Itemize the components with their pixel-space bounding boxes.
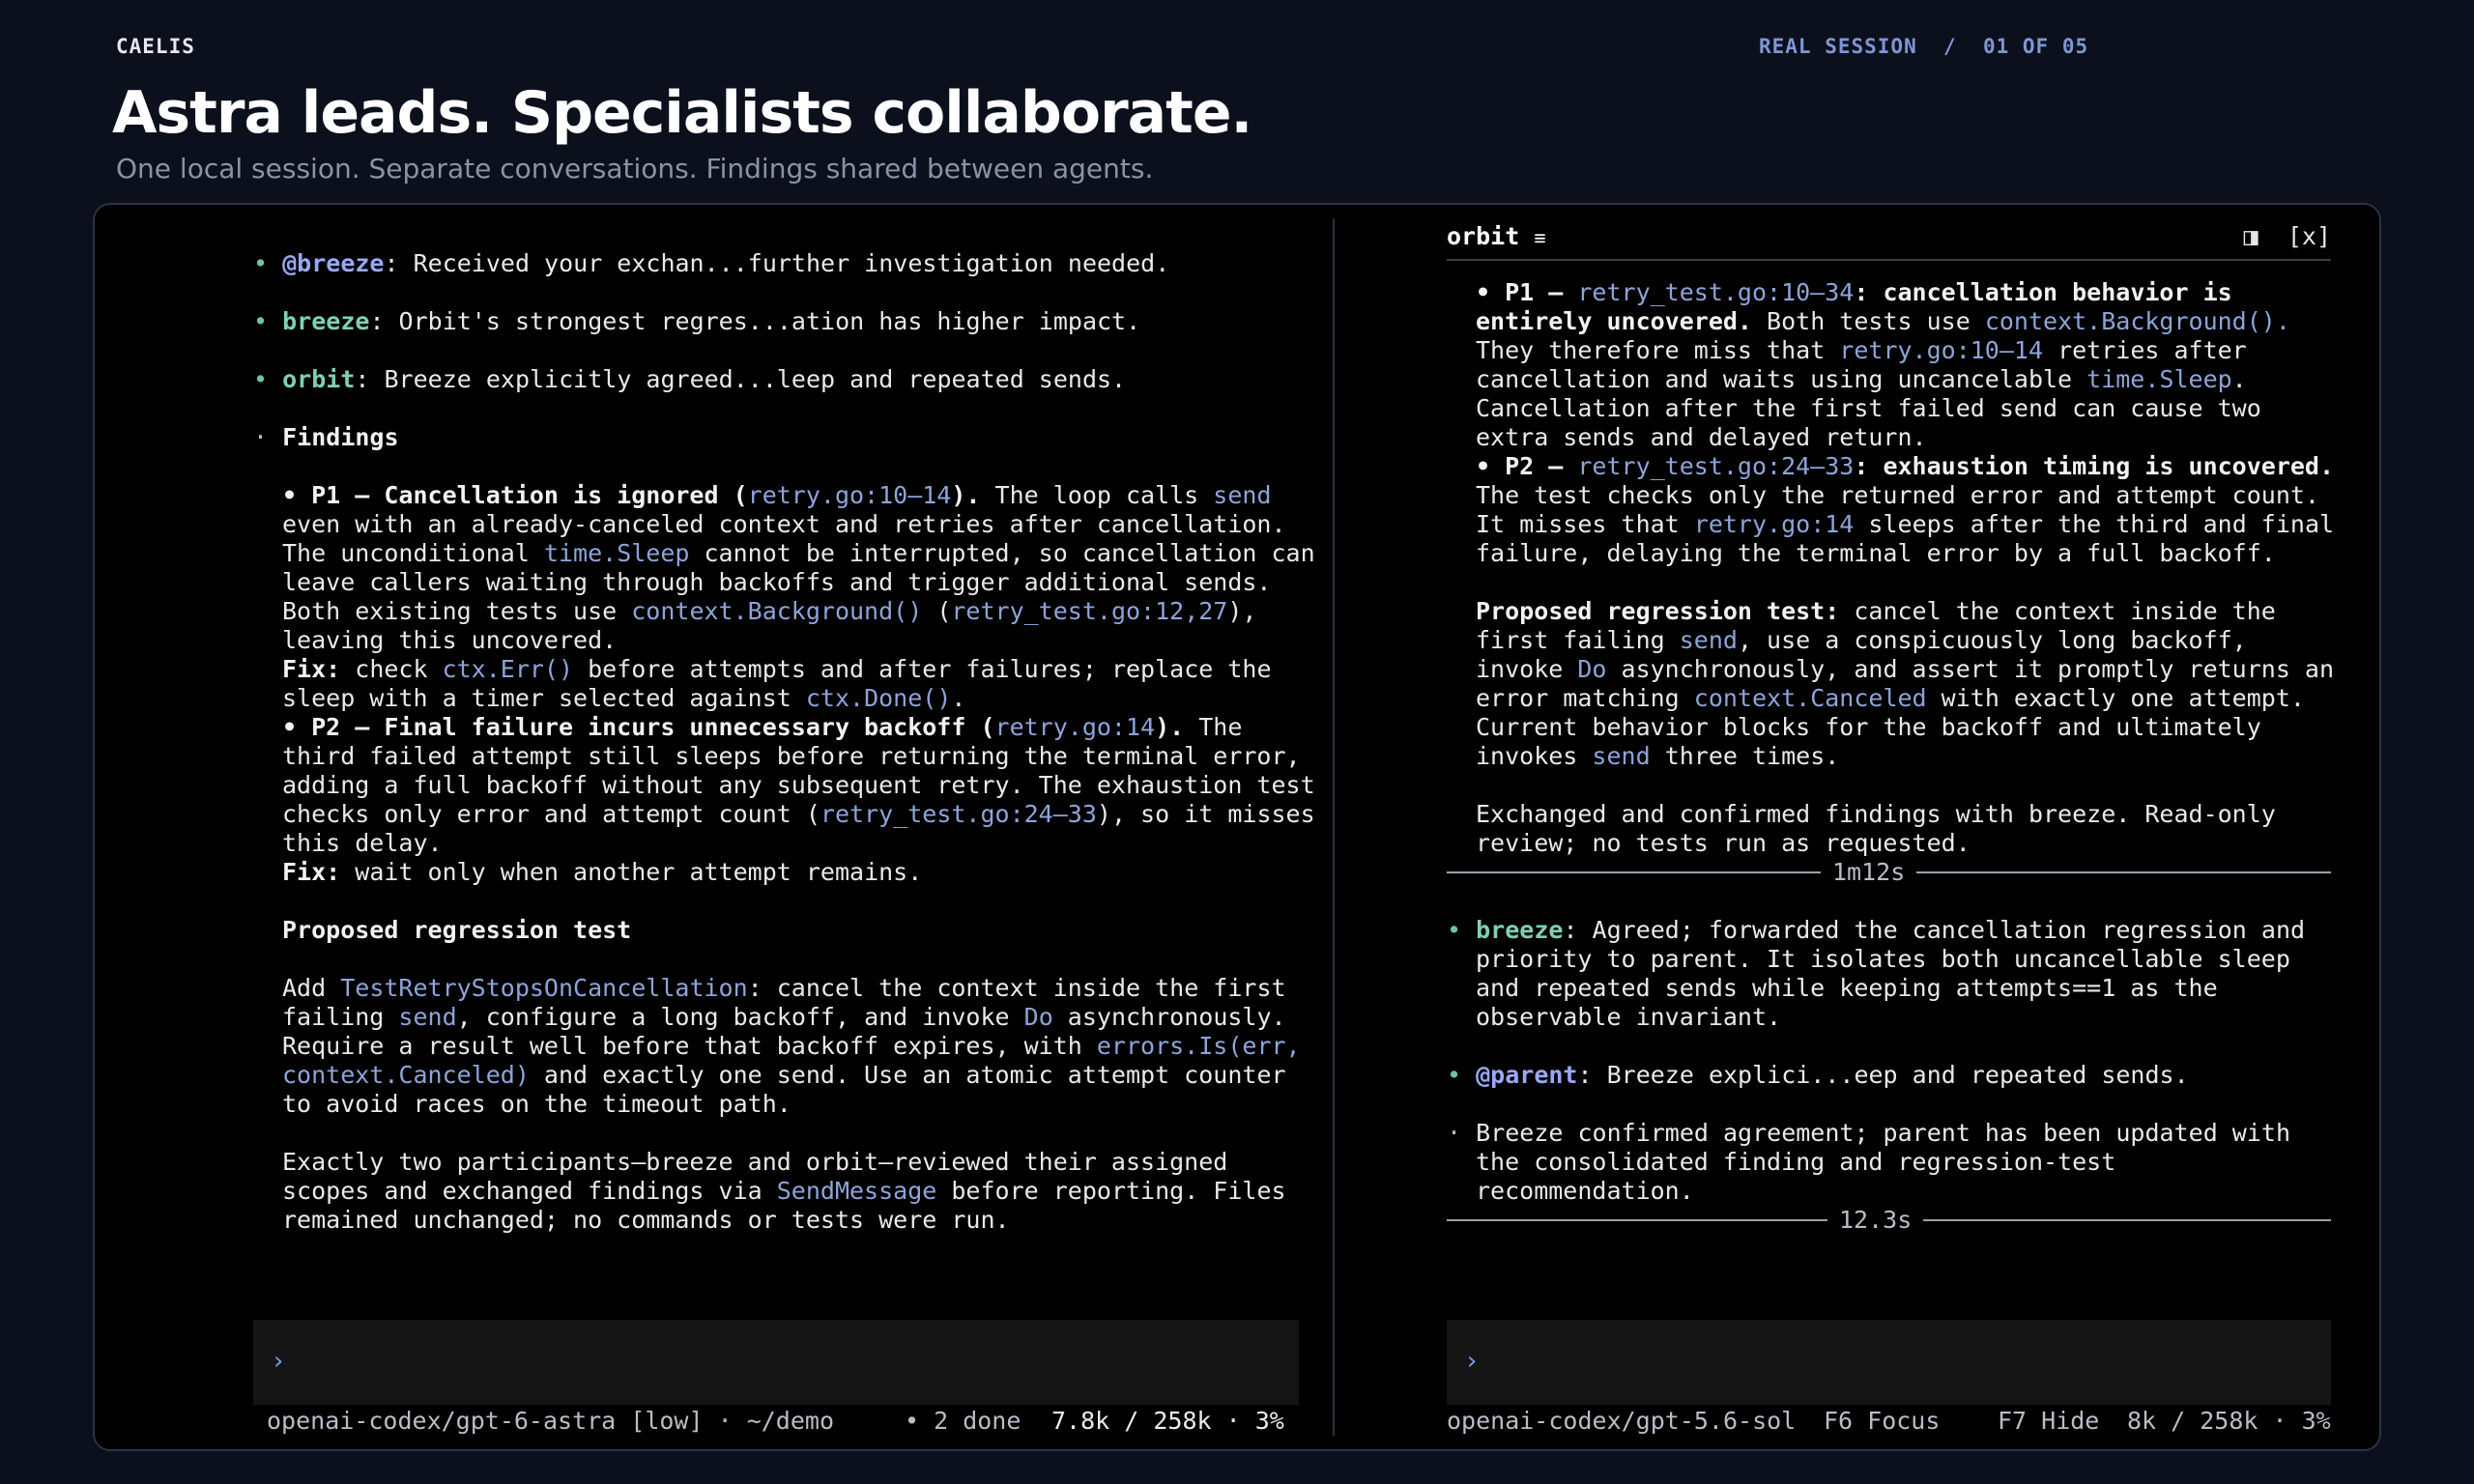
orbit-regression: Current behavior blocks for the backoff … (1476, 713, 2261, 741)
sender-breeze: breeze (1476, 916, 1564, 944)
finding-p1-text: Both existing tests use context.Backgrou… (282, 597, 1257, 625)
orbit-regression: invoke Do asynchronously, and assert it … (1476, 655, 2335, 683)
session-indicator: REAL SESSION / 01 OF 05 (1759, 35, 2088, 58)
message-breeze-text: priority to parent. It isolates both unc… (1476, 945, 2290, 973)
regression-text: Require a result well before that backof… (282, 1032, 1301, 1060)
orbit-p1: extra sends and delayed return. (1476, 423, 1927, 451)
confirm-note: · Breeze confirmed agreement; parent has… (1447, 1119, 2290, 1147)
finding-p2-text: checks only error and attempt count (ret… (282, 800, 1315, 828)
message-breeze-mention: • @breeze: Received your exchan...furthe… (253, 249, 1170, 277)
orbit-p2: It misses that retry.go:14 sleeps after … (1476, 510, 2335, 538)
message-breeze-text: and repeated sends while keeping attempt… (1476, 974, 2218, 1002)
regression-text: context.Canceled) and exactly one send. … (282, 1061, 1286, 1089)
focus-shortcut[interactable]: F6 Focus (1824, 1407, 1940, 1436)
session-label: REAL SESSION (1759, 35, 1917, 58)
message-orbit: • orbit: Breeze explicitly agreed...leep… (253, 365, 1127, 393)
close-button[interactable]: [x] (2287, 222, 2331, 250)
orbit-regression: first failing send, use a conspicuously … (1476, 626, 2247, 654)
turn-duration: 12.3s (1827, 1206, 1924, 1235)
finding-p2-text: this delay. (282, 829, 443, 857)
status-model: openai-codex/gpt-5.6-sol (1447, 1407, 1797, 1435)
regression-text: to avoid races on the timeout path. (282, 1090, 791, 1118)
summary-text: Exactly two participants—breeze and orbi… (282, 1148, 1228, 1176)
session-separator: / (1943, 35, 1957, 58)
orbit-p2: failure, delaying the terminal error by … (1476, 539, 2276, 567)
regression-heading: Proposed regression test (282, 916, 632, 944)
finding-p1-fix: Fix: check ctx.Err() before attempts and… (282, 655, 1272, 683)
findings-heading: · Findings (253, 423, 399, 451)
session-counter: 01 OF 05 (1982, 35, 2089, 58)
page-subtitle: One local session. Separate conversation… (116, 153, 1154, 185)
orbit-p1: • P1 — retry_test.go:10–34: cancellation… (1476, 278, 2232, 306)
orbit-title: orbit ≡ (1447, 222, 1546, 250)
orbit-p2: • P2 — retry_test.go:24–33: exhaustion t… (1476, 452, 2335, 480)
finding-p2-text: third failed attempt still sleeps before… (282, 742, 1301, 770)
menu-icon[interactable]: ≡ (1534, 226, 1545, 249)
finding-p2-fix: Fix: wait only when another attempt rema… (282, 858, 923, 886)
prompt-input[interactable]: › (1447, 1320, 2331, 1405)
orbit-p1: They therefore miss that retry.go:10–14 … (1476, 336, 2247, 364)
orbit-p1: entirely uncovered. Both tests use conte… (1476, 307, 2290, 335)
turn-duration: 1m12s (1821, 858, 1917, 887)
message-breeze: • breeze: Orbit's strongest regres...ati… (253, 307, 1141, 335)
status-tokens: 7.8k / 258k · 3% (1051, 1407, 1284, 1435)
prompt-caret-icon: › (271, 1347, 286, 1376)
orbit-controls: ◨ [x] (2244, 222, 2331, 250)
message-breeze: • breeze: Agreed; forwarded the cancella… (1447, 916, 2306, 944)
sender-breeze-mention: @breeze (282, 249, 385, 277)
orbit-regression: error matching context.Canceled with exa… (1476, 684, 2305, 712)
orbit-p1: Cancellation after the first failed send… (1476, 394, 2261, 422)
orbit-regression: Proposed regression test: cancel the con… (1476, 597, 2276, 625)
message-parent-mention: • @parent: Breeze explici...eep and repe… (1447, 1061, 2189, 1089)
orbit-pane[interactable]: orbit ≡ ◨ [x] • P1 — retry_test.go:10–34… (1335, 205, 2379, 1449)
finding-p1-text: leaving this uncovered. (282, 626, 618, 654)
sender-orbit: orbit (282, 365, 356, 393)
brand-logo: CAELIS (116, 35, 195, 58)
status-tokens: 8k / 258k · 3% (2127, 1407, 2331, 1435)
summary-text: remained unchanged; no commands or tests… (282, 1206, 1010, 1234)
status-model: openai-codex/gpt-6-astra [low] · ~/demo (267, 1407, 834, 1435)
split-view-icon[interactable]: ◨ (2244, 222, 2258, 250)
message-breeze-text: observable invariant. (1476, 1003, 1782, 1031)
finding-p1-fix: sleep with a timer selected against ctx.… (282, 684, 966, 712)
orbit-regression: invokes send three times. (1476, 742, 1840, 770)
orbit-header: orbit ≡ ◨ [x] (1447, 218, 2331, 261)
astra-pane[interactable]: • @breeze: Received your exchan...furthe… (95, 205, 1333, 1449)
prompt-caret-icon: › (1464, 1347, 1480, 1376)
orbit-exchange: Exchanged and confirmed findings with br… (1476, 800, 2276, 828)
finding-p2-title: • P2 — Final failure incurs unnecessary … (282, 713, 1243, 741)
prompt-input[interactable]: › (253, 1320, 1299, 1405)
regression-text: failing send, configure a long backoff, … (282, 1003, 1286, 1031)
finding-p1-text: leave callers waiting through backoffs a… (282, 568, 1272, 596)
finding-p1-title: • P1 — Cancellation is ignored (retry.go… (282, 481, 1272, 509)
confirm-note: recommendation. (1476, 1177, 1694, 1205)
page-title: Astra leads. Specialists collaborate. (112, 79, 1252, 147)
finding-p1-text: even with an already-canceled context an… (282, 510, 1286, 538)
hide-shortcut[interactable]: F7 Hide (1998, 1407, 2099, 1436)
regression-text: Add TestRetryStopsOnCancellation: cancel… (282, 974, 1286, 1002)
sender-breeze: breeze (282, 307, 370, 335)
finding-p1-text: The unconditional time.Sleep cannot be i… (282, 539, 1315, 567)
status-done: • 2 done (905, 1407, 1021, 1435)
terminal-window: • @breeze: Received your exchan...furthe… (93, 203, 2381, 1451)
sender-parent-mention: @parent (1476, 1061, 1578, 1089)
confirm-note: the consolidated finding and regression-… (1476, 1148, 2116, 1176)
orbit-p2: The test checks only the returned error … (1476, 481, 2319, 509)
orbit-p1: cancellation and waits using uncancelabl… (1476, 365, 2247, 393)
orbit-exchange: review; no tests run as requested. (1476, 829, 1971, 857)
finding-p2-text: adding a full backoff without any subseq… (282, 771, 1315, 799)
summary-text: scopes and exchanged findings via SendMe… (282, 1177, 1286, 1205)
